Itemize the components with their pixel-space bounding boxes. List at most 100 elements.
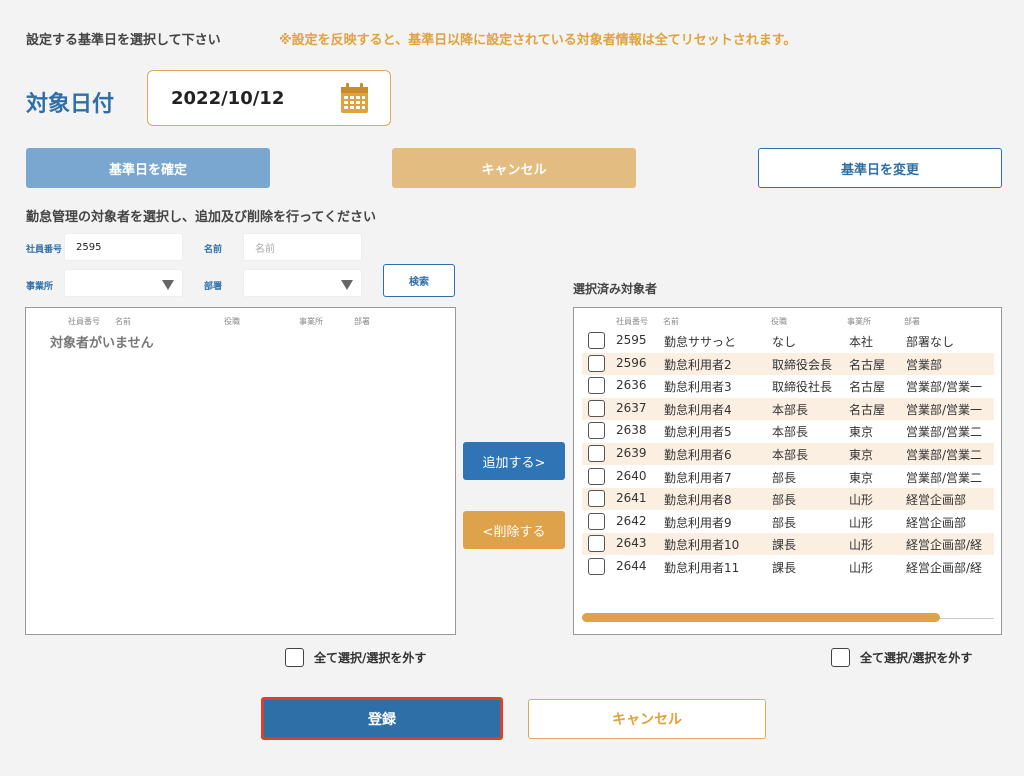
row-checkbox[interactable] (588, 377, 605, 395)
register-button[interactable]: 登録 (261, 697, 503, 740)
warning-text: ※設定を反映すると、基準日以降に設定されている対象者情報は全てリセットされます。 (279, 33, 797, 48)
select-all-right[interactable]: 全て選択/選択を外す (831, 648, 972, 667)
table-row[interactable]: 2642 勤怠利用者9 部長 山形 経営企画部 (582, 511, 994, 533)
header-employee-no: 社員番号 (68, 317, 100, 326)
cell-office: 山形 (849, 515, 874, 530)
office-select[interactable] (64, 269, 183, 297)
cancel-top-button[interactable]: キャンセル (392, 148, 636, 188)
add-button[interactable]: 追加する> (463, 442, 565, 480)
selected-list-label: 選択済み対象者 (573, 282, 658, 296)
cell-no: 2641 (616, 491, 647, 506)
table-row[interactable]: 2595 勤怠ササっと なし 本社 部署なし (582, 330, 994, 352)
row-checkbox[interactable] (588, 422, 605, 440)
table-row[interactable]: 2636 勤怠利用者3 取締役社長 名古屋 営業部/営業一 (582, 375, 994, 397)
cell-dept: 営業部 (906, 357, 943, 372)
table-row[interactable]: 2596 勤怠利用者2 取締役会長 名古屋 営業部 (582, 352, 994, 375)
calendar-icon[interactable] (341, 83, 368, 113)
cell-dept: 経営企画部 (906, 515, 967, 530)
dropdown-arrow-icon (341, 280, 353, 290)
cell-office: 山形 (849, 493, 874, 508)
row-checkbox[interactable] (588, 512, 605, 530)
cell-name: 勤怠利用者2 (664, 357, 732, 372)
checkbox[interactable] (285, 648, 304, 667)
header-office: 事業所 (847, 317, 871, 326)
row-checkbox[interactable] (588, 535, 605, 553)
cell-office: 名古屋 (849, 402, 886, 417)
table-row[interactable]: 2637 勤怠利用者4 本部長 名古屋 営業部/営業一 (582, 397, 994, 420)
remove-button[interactable]: <削除する (463, 511, 565, 549)
table-row[interactable]: 2641 勤怠利用者8 部長 山形 経営企画部 (582, 488, 994, 511)
cell-position: 本部長 (772, 448, 809, 462)
change-date-button[interactable]: 基準日を変更 (758, 148, 1002, 188)
cell-position: 部長 (772, 470, 797, 485)
cell-no: 2596 (616, 355, 647, 370)
scrollbar-thumb[interactable] (582, 613, 941, 622)
cell-name: 勤怠利用者11 (664, 561, 740, 575)
row-checkbox[interactable] (588, 445, 605, 462)
sub-instruction-text: 勤怠管理の対象者を選択し、追加及び削除を行ってください (26, 210, 376, 225)
cell-no: 2644 (616, 559, 647, 573)
row-checkbox[interactable] (588, 490, 605, 508)
cancel-bottom-button[interactable]: キャンセル (528, 699, 766, 739)
cell-position: 本部長 (772, 425, 809, 440)
office-label: 事業所 (26, 282, 54, 292)
cell-dept: 営業部/営業一 (906, 402, 983, 417)
empty-message: 対象者がいません (50, 336, 154, 351)
cell-name: 勤怠ササっと (664, 335, 737, 349)
row-checkbox[interactable] (588, 354, 605, 372)
checkbox[interactable] (831, 648, 850, 667)
name-label: 名前 (204, 245, 223, 255)
cell-dept: 営業部/営業二 (906, 448, 983, 462)
cell-office: 東京 (849, 448, 874, 462)
cell-name: 勤怠利用者5 (664, 425, 732, 440)
row-checkbox[interactable] (588, 399, 605, 417)
cell-no: 2638 (616, 423, 647, 438)
dept-select[interactable] (243, 269, 362, 297)
cell-name: 勤怠利用者7 (664, 470, 732, 485)
horizontal-scrollbar[interactable] (582, 613, 994, 622)
cell-name: 勤怠利用者3 (664, 380, 732, 395)
table-row[interactable]: 2644 勤怠利用者11 課長 山形 経営企画部/経 (582, 556, 994, 578)
cell-no: 2643 (616, 536, 647, 551)
cell-office: 本社 (849, 335, 874, 349)
dropdown-arrow-icon (162, 280, 174, 290)
cell-name: 勤怠利用者8 (664, 493, 732, 508)
row-checkbox[interactable] (588, 332, 605, 349)
cell-no: 2639 (616, 446, 647, 460)
date-value: 2022/10/12 (171, 88, 285, 109)
cell-dept: 部署なし (906, 335, 955, 349)
cell-no: 2595 (616, 333, 647, 347)
header-office: 事業所 (299, 317, 323, 326)
header-name: 名前 (115, 317, 131, 326)
cell-dept: 営業部/営業二 (906, 470, 983, 485)
row-checkbox[interactable] (588, 467, 605, 485)
table-row[interactable]: 2638 勤怠利用者5 本部長 東京 営業部/営業二 (582, 420, 994, 442)
cell-office: 山形 (849, 561, 874, 575)
cell-position: 部長 (772, 493, 797, 508)
confirm-date-button[interactable]: 基準日を確定 (26, 148, 270, 188)
instruction-text: 設定する基準日を選択して下さい (26, 33, 221, 48)
table-row[interactable]: 2639 勤怠利用者6 本部長 東京 営業部/営業二 (582, 443, 994, 465)
selected-list-panel[interactable]: 社員番号 名前 役職 事業所 部署 2595 勤怠ササっと なし 本社 部署なし 2596… (573, 307, 1002, 635)
cell-no: 2640 (616, 468, 647, 483)
cell-position: 課長 (772, 561, 797, 575)
cell-name: 勤怠利用者9 (664, 515, 732, 530)
cell-no: 2642 (616, 513, 647, 528)
header-position: 役職 (224, 317, 240, 326)
date-picker[interactable]: 2022/10/12 (147, 70, 391, 126)
select-all-left[interactable]: 全て選択/選択を外す (285, 648, 426, 667)
name-input[interactable]: 名前 (243, 233, 362, 261)
search-button[interactable]: 検索 (383, 264, 455, 297)
cell-dept: 営業部/営業一 (906, 380, 983, 395)
cell-position: 課長 (772, 538, 797, 553)
employee-no-input[interactable]: 2595 (64, 233, 183, 261)
table-row[interactable]: 2640 勤怠利用者7 部長 東京 営業部/営業二 (582, 466, 994, 488)
row-checkbox[interactable] (588, 558, 605, 575)
cell-position: 本部長 (772, 402, 809, 417)
candidate-list-panel[interactable]: 社員番号 名前 役職 事業所 部署 対象者がいません (25, 307, 456, 635)
cell-no: 2637 (616, 400, 647, 415)
employee-no-label: 社員番号 (26, 245, 63, 255)
table-row[interactable]: 2643 勤怠利用者10 課長 山形 経営企画部/経 (582, 533, 994, 556)
header-dept: 部署 (904, 317, 920, 326)
cell-dept: 経営企画部 (906, 493, 967, 508)
